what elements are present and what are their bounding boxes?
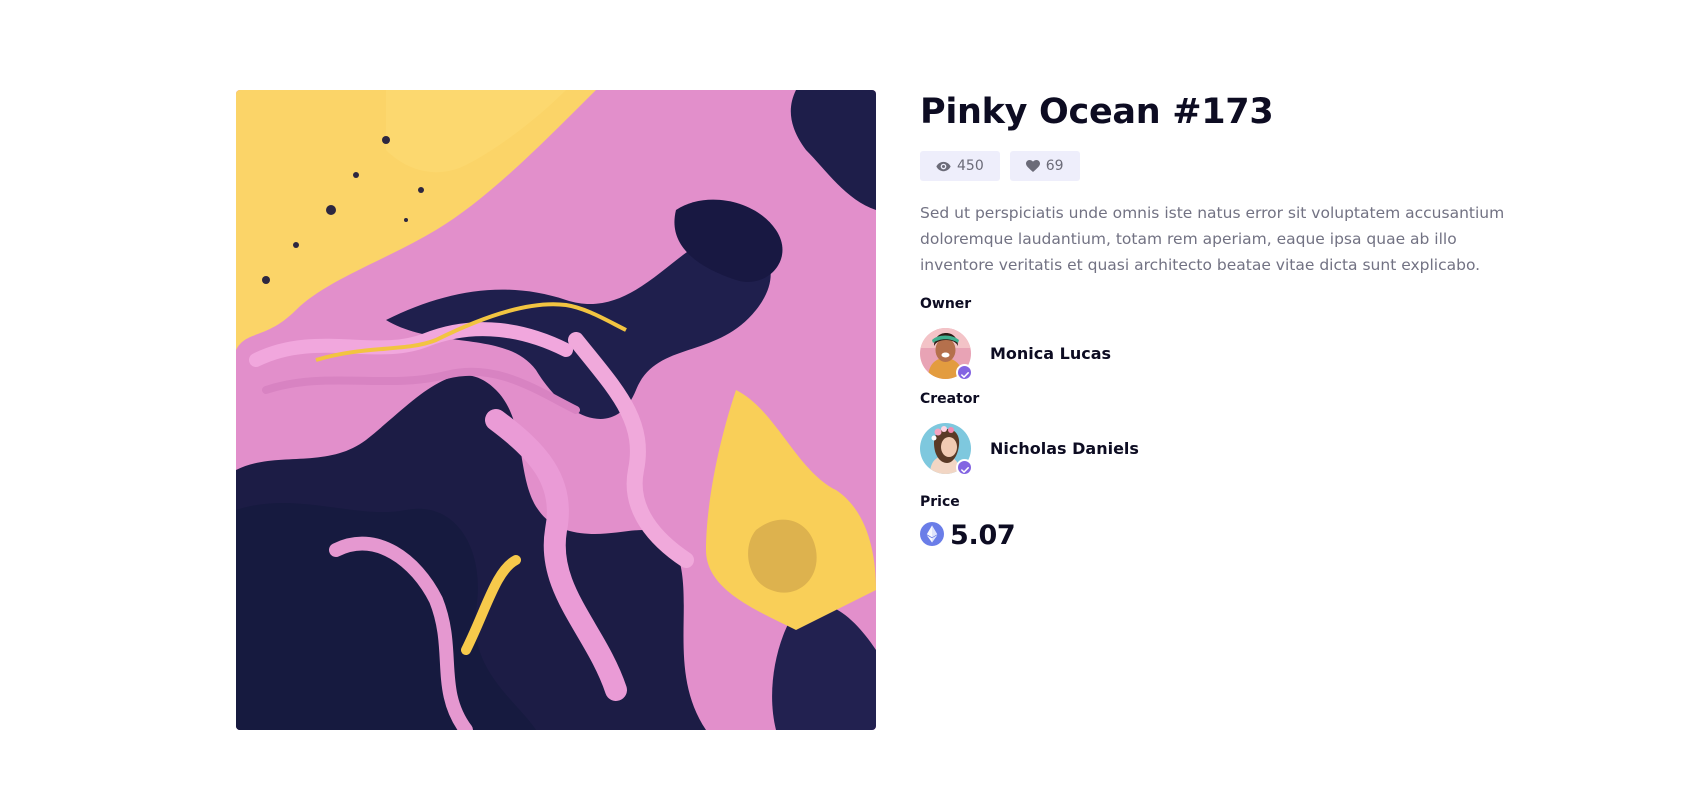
check-icon — [960, 458, 969, 477]
likes-badge[interactable]: 69 — [1009, 151, 1080, 181]
creator-label: Creator — [920, 391, 980, 407]
likes-count: 69 — [1045, 158, 1064, 174]
owner-name[interactable]: Monica Lucas — [990, 344, 1111, 363]
verified-badge — [956, 363, 973, 382]
eye-icon — [936, 161, 951, 172]
item-title: Pinky Ocean #173 — [920, 92, 1274, 132]
price-display: 5.07 — [920, 520, 1560, 551]
verified-badge — [956, 458, 973, 477]
item-detail-page: Pinky Ocean #173 450 69 Sed ut perspicia… — [0, 0, 1708, 796]
owner-profile[interactable]: Monica Lucas — [920, 327, 1560, 382]
creator-name[interactable]: Nicholas Daniels — [990, 439, 1139, 458]
nft-artwork-image — [236, 90, 876, 730]
item-description: Sed ut perspiciatis unde omnis iste natu… — [920, 204, 1505, 274]
views-count: 450 — [957, 158, 984, 174]
ethereum-icon — [920, 521, 944, 550]
check-icon — [960, 363, 969, 382]
creator-profile[interactable]: Nicholas Daniels — [920, 422, 1560, 477]
creator-avatar[interactable] — [920, 422, 973, 477]
owner-avatar[interactable] — [920, 327, 973, 382]
item-stats: 450 69 — [920, 151, 1560, 181]
owner-label: Owner — [920, 296, 972, 312]
heart-icon — [1025, 160, 1040, 172]
price-label: Price — [920, 494, 960, 510]
views-badge: 450 — [920, 151, 1000, 181]
item-details: Pinky Ocean #173 450 69 Sed ut perspicia… — [920, 88, 1560, 551]
price-value: 5.07 — [950, 520, 1016, 551]
